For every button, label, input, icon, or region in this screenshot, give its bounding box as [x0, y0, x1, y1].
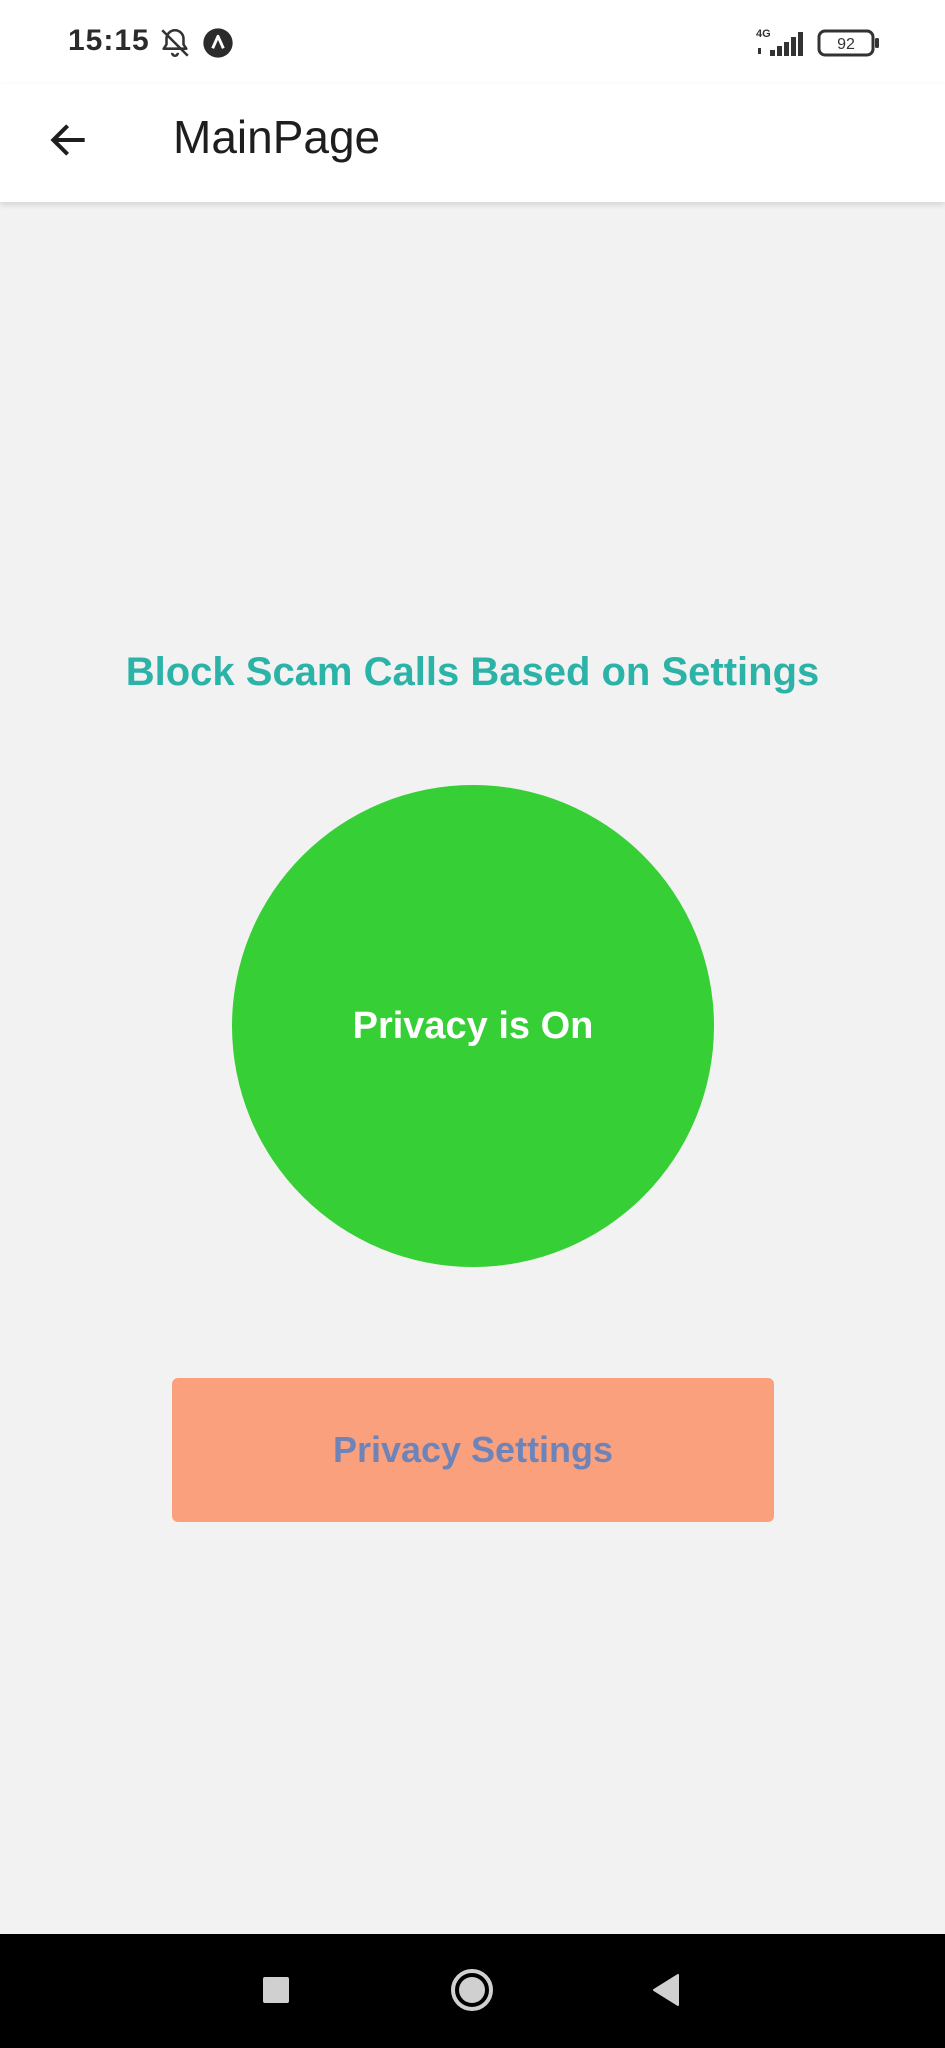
status-bar: 15:15 4G 92 — [0, 0, 945, 84]
privacy-settings-label: Privacy Settings — [332, 1429, 614, 1470]
privacy-status-toggle[interactable]: Privacy is On — [232, 785, 714, 1267]
privacy-status-label: Privacy is On — [352, 1004, 594, 1047]
signal-icon: 4G — [754, 26, 806, 65]
back-icon — [650, 1973, 682, 2012]
app-bar: MainPage — [0, 84, 945, 202]
bell-off-icon — [158, 26, 192, 65]
status-time: 15:15 — [68, 24, 150, 57]
home-button[interactable] — [442, 1962, 502, 2022]
system-nav-bar — [0, 1934, 945, 2048]
headline: Block Scam Calls Based on Settings — [125, 650, 820, 694]
recent-apps-button[interactable] — [246, 1962, 306, 2022]
app-notification-icon — [202, 27, 234, 64]
arrow-left-icon — [46, 118, 90, 167]
back-nav-button[interactable] — [636, 1962, 696, 2022]
network-type-label: 4G — [756, 28, 771, 40]
battery-level: 92 — [837, 36, 855, 53]
privacy-settings-button[interactable]: Privacy Settings — [172, 1378, 774, 1522]
recent-apps-icon — [261, 1975, 291, 2010]
page-title: MainPage — [173, 111, 381, 163]
battery-icon: 92 — [817, 29, 881, 62]
back-button[interactable] — [38, 112, 98, 172]
home-icon — [449, 1967, 495, 2018]
